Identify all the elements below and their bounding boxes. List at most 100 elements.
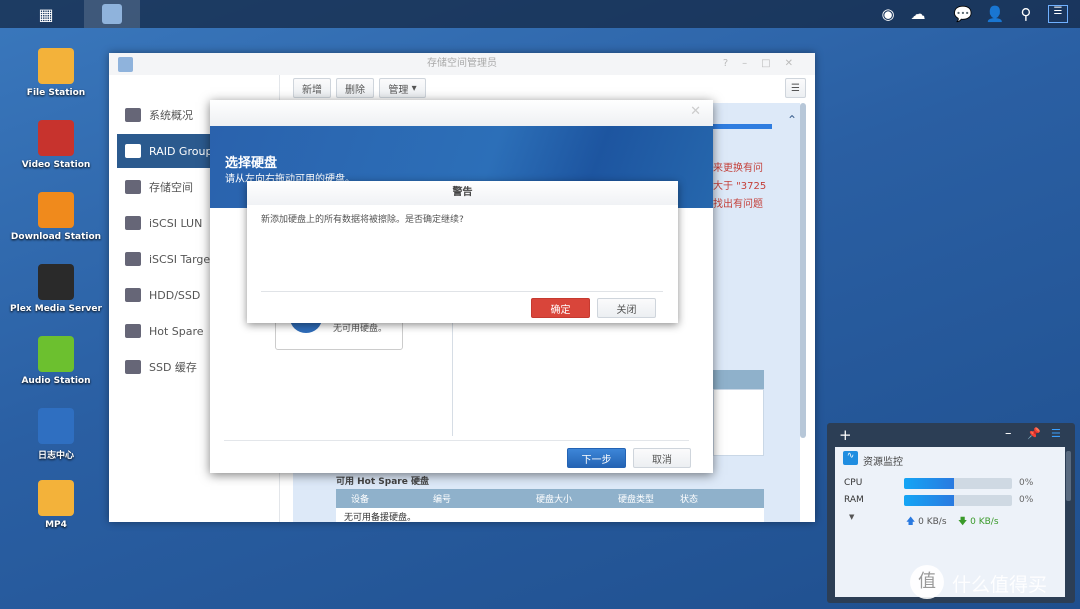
- desktop-icon[interactable]: Video Station: [10, 120, 102, 170]
- maximize-icon[interactable]: □: [761, 58, 784, 69]
- desktop-icon-label: Plex Media Server: [10, 304, 102, 314]
- sidebar-item-icon: [125, 108, 141, 122]
- manage-dropdown[interactable]: 管理 ▾: [379, 78, 426, 98]
- watermark-text: 什么值得买: [952, 574, 1048, 596]
- app-icon: [38, 264, 74, 300]
- sidebar-item-icon: [125, 216, 141, 230]
- widget-scrollbar[interactable]: [1066, 451, 1071, 501]
- table-body: [713, 389, 764, 456]
- desktop-icon[interactable]: Plex Media Server: [10, 264, 102, 314]
- hotspare-table-header: 设备 编号 硬盘大小 硬盘类型 状态: [336, 489, 764, 508]
- add-widget-icon[interactable]: +: [839, 426, 852, 444]
- sidebar-item-icon: [125, 180, 141, 194]
- main-menu-icon: ▦: [38, 4, 54, 24]
- minimize-icon[interactable]: –: [1005, 426, 1012, 441]
- minimize-icon[interactable]: –: [742, 58, 761, 69]
- sort-icon: ☰: [791, 82, 800, 94]
- warning-message: 新添加硬盘上的所有数据将被擦除。是否确定继续?: [261, 215, 464, 225]
- app-icon: [38, 48, 74, 84]
- warning-line: 找出有问题: [713, 199, 763, 210]
- pin-icon[interactable]: 📌: [1027, 427, 1041, 440]
- cpu-bar: [904, 478, 1012, 489]
- ram-bar-fill: [904, 495, 954, 506]
- column-header: 硬盘类型: [618, 495, 655, 505]
- warning-line: 来更换有问: [713, 163, 763, 174]
- download-rate: 🡇 0 KB/s: [958, 517, 999, 527]
- sidebar-item-icon: [125, 252, 141, 266]
- desktop-icon[interactable]: MP4: [10, 480, 102, 530]
- expand-icon[interactable]: ▼: [849, 513, 854, 521]
- close-icon[interactable]: ✕: [785, 58, 807, 69]
- monitor-title: 资源监控: [863, 457, 903, 468]
- watermark-logo: 值: [910, 565, 944, 599]
- collapse-icon[interactable]: ⌃: [787, 113, 797, 127]
- sidebar-item-icon: [125, 144, 141, 158]
- sidebar-item-label: iSCSI Target: [149, 252, 215, 266]
- chat-icon[interactable]: 💬: [953, 5, 973, 23]
- cancel-button[interactable]: 取消: [633, 448, 691, 468]
- add-button[interactable]: 新增: [293, 78, 331, 98]
- ram-label: RAM: [844, 495, 864, 505]
- sidebar-item-label: Hot Spare: [149, 324, 204, 338]
- desktop-icon-label: File Station: [26, 88, 86, 98]
- next-button[interactable]: 下一步: [567, 448, 626, 468]
- desktop-icon-label: Video Station: [21, 160, 91, 170]
- desktop-icon-label: Download Station: [10, 232, 102, 242]
- cpu-value: 0%: [1019, 478, 1034, 488]
- sidebar-item-label: 存储空间: [149, 181, 193, 194]
- warning-title: 警告: [247, 181, 678, 205]
- widget-menu-icon[interactable]: ☰: [1051, 427, 1061, 440]
- wizard-title-bar: ✕: [210, 100, 713, 126]
- upload-rate: 🡅 0 KB/s: [906, 517, 947, 527]
- app-icon: [118, 57, 133, 72]
- desktop-icon[interactable]: File Station: [10, 48, 102, 98]
- warning-line: 大于 "3725: [713, 181, 767, 192]
- sidebar-item-icon: [125, 360, 141, 374]
- warning-dialog: 警告 新添加硬盘上的所有数据将被擦除。是否确定继续? 确定 关闭: [247, 181, 678, 323]
- widgets-icon[interactable]: ☰: [1048, 5, 1068, 23]
- table-header: [713, 370, 764, 389]
- download-value: 0 KB/s: [970, 517, 999, 527]
- upload-value: 0 KB/s: [918, 517, 947, 527]
- sidebar-item-label: iSCSI LUN: [149, 216, 203, 230]
- sort-button[interactable]: ☰: [785, 78, 806, 98]
- close-icon[interactable]: ✕: [690, 104, 701, 119]
- wizard-title: 选择硬盘: [225, 156, 278, 171]
- user-icon[interactable]: 👤: [985, 5, 1005, 23]
- main-menu-button[interactable]: ▦: [18, 0, 74, 28]
- desktop-icon-label: 日志中心: [37, 451, 74, 461]
- column-header: 状态: [680, 495, 699, 505]
- cloud-sync-icon[interactable]: ☁: [908, 5, 928, 23]
- app-icon: [38, 408, 74, 444]
- app-icon: [38, 192, 74, 228]
- help-icon[interactable]: ?: [723, 58, 742, 69]
- cpu-bar-fill: [904, 478, 954, 489]
- taskbar: ▦ ◉ ☁ 💬 👤 ⚲ ☰: [0, 0, 1080, 28]
- hotspare-title: 可用 Hot Spare 硬盘: [336, 477, 429, 487]
- desktop-icon[interactable]: Audio Station: [10, 336, 102, 386]
- app-icon: [38, 120, 74, 156]
- sidebar-item-label: HDD/SSD: [149, 288, 201, 302]
- confirm-button[interactable]: 确定: [531, 298, 590, 318]
- hotspare-empty: 无可用备援硬盘。: [336, 508, 764, 523]
- ram-bar: [904, 495, 1012, 506]
- app-icon: [38, 336, 74, 372]
- window-title-bar: 存储空间管理员 ?–□✕: [109, 53, 815, 75]
- close-button[interactable]: 关闭: [597, 298, 656, 318]
- storage-manager-icon: [102, 4, 122, 24]
- app-icon: [38, 480, 74, 516]
- delete-button[interactable]: 删除: [336, 78, 374, 98]
- scrollbar[interactable]: [800, 103, 806, 438]
- desktop-icon[interactable]: Download Station: [10, 192, 102, 242]
- sidebar-item-icon: [125, 324, 141, 338]
- column-header: 编号: [433, 495, 452, 505]
- taskbar-storage-manager[interactable]: [84, 0, 140, 28]
- manage-label: 管理: [388, 84, 409, 96]
- desktop-icon[interactable]: 日志中心: [10, 408, 102, 461]
- column-header: 设备: [351, 495, 370, 505]
- ram-value: 0%: [1019, 495, 1034, 505]
- usage-bar: [703, 124, 772, 129]
- notification-status-icon[interactable]: ◉: [878, 5, 898, 23]
- desktop-icon-label: Audio Station: [21, 376, 91, 386]
- search-icon[interactable]: ⚲: [1016, 5, 1036, 23]
